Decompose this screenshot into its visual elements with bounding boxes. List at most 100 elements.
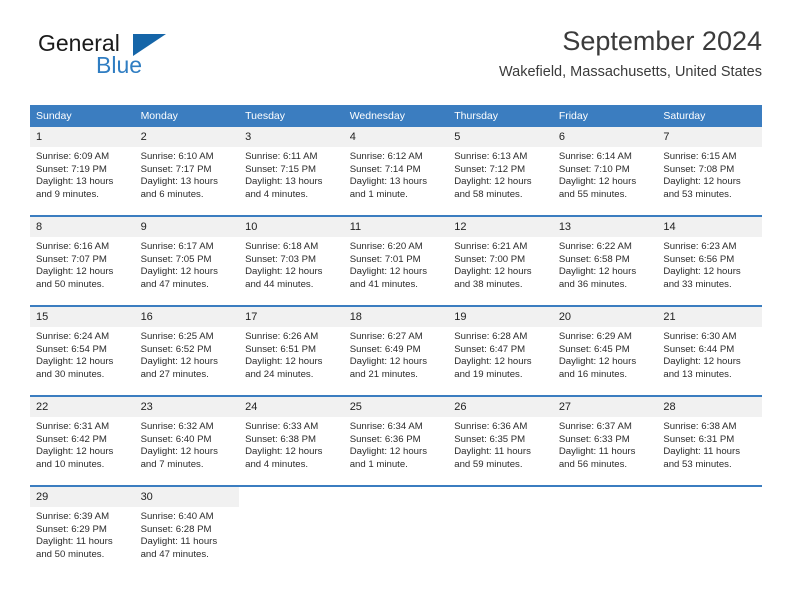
calendar-body: 1 Sunrise: 6:09 AM Sunset: 7:19 PM Daylight… bbox=[30, 127, 762, 573]
calendar-day-cell[interactable]: 8 Sunrise: 6:16 AM Sunset: 7:07 PM Daylight… bbox=[30, 215, 135, 306]
daylight-duration-line2: and 36 minutes. bbox=[558, 278, 628, 290]
sunrise-time: Sunrise: 6:27 AM bbox=[349, 331, 423, 342]
daylight-duration-line2: and 58 minutes. bbox=[454, 188, 523, 200]
sunset-time: Sunset: 6:36 PM bbox=[349, 433, 421, 445]
day-number: 1 bbox=[30, 127, 135, 147]
calendar-day-cell[interactable]: 19 Sunrise: 6:28 AM Sunset: 6:47 PM Dayligh… bbox=[448, 305, 553, 396]
day-details: Sunrise: 6:31 AM Sunset: 6:42 PM Daylight:… bbox=[30, 417, 135, 471]
sunrise-time: Sunrise: 6:17 AM bbox=[140, 241, 214, 252]
day-details: Sunrise: 6:29 AM Sunset: 6:45 PM Daylight:… bbox=[553, 327, 658, 381]
daylight-duration-line1: Daylight: 13 hours bbox=[349, 176, 428, 188]
generalblue-logo[interactable]: General Blue bbox=[38, 30, 218, 86]
day-details bbox=[553, 507, 658, 511]
day-cell-inner: 5 Sunrise: 6:13 AM Sunset: 7:12 PM Daylight… bbox=[448, 127, 553, 215]
sunrise-time: Sunrise: 6:29 AM bbox=[558, 331, 632, 342]
day-cell-inner: 25 Sunrise: 6:34 AM Sunset: 6:36 PM Dayligh… bbox=[343, 397, 449, 485]
calendar-day-cell[interactable]: 2 Sunrise: 6:10 AM Sunset: 7:17 PM Daylight… bbox=[134, 127, 240, 216]
calendar-day-cell[interactable]: 22 Sunrise: 6:31 AM Sunset: 6:42 PM Dayligh… bbox=[30, 395, 135, 486]
calendar-day-cell[interactable]: 17 Sunrise: 6:26 AM Sunset: 6:51 PM Dayligh… bbox=[239, 305, 344, 396]
day-details: Sunrise: 6:16 AM Sunset: 7:07 PM Daylight:… bbox=[30, 237, 135, 291]
sunrise-time: Sunrise: 6:21 AM bbox=[454, 241, 528, 252]
calendar-day-cell[interactable]: 23 Sunrise: 6:32 AM Sunset: 6:40 PM Dayligh… bbox=[134, 395, 240, 486]
day-details: Sunrise: 6:40 AM Sunset: 6:28 PM Daylight:… bbox=[135, 507, 240, 561]
calendar-day-cell[interactable]: 10 Sunrise: 6:18 AM Sunset: 7:03 PM Dayligh… bbox=[239, 215, 344, 306]
calendar-day-cell[interactable]: 12 Sunrise: 6:21 AM Sunset: 7:00 PM Dayligh… bbox=[448, 215, 553, 306]
day-cell-inner bbox=[552, 487, 658, 573]
calendar-day-cell[interactable]: 25 Sunrise: 6:34 AM Sunset: 6:36 PM Dayligh… bbox=[343, 395, 449, 486]
calendar-day-cell[interactable]: 15 Sunrise: 6:24 AM Sunset: 6:54 PM Dayligh… bbox=[30, 305, 135, 396]
day-number: 7 bbox=[657, 127, 762, 147]
day-details: Sunrise: 6:15 AM Sunset: 7:08 PM Daylight:… bbox=[657, 147, 762, 201]
day-details: Sunrise: 6:12 AM Sunset: 7:14 PM Daylight:… bbox=[344, 147, 449, 201]
calendar-day-cell[interactable]: 5 Sunrise: 6:13 AM Sunset: 7:12 PM Daylight… bbox=[448, 127, 553, 216]
sunrise-time: Sunrise: 6:36 AM bbox=[454, 421, 528, 432]
calendar-day-cell[interactable]: 28 Sunrise: 6:38 AM Sunset: 6:31 PM Dayligh… bbox=[657, 395, 762, 486]
page-title: September 2024 bbox=[562, 26, 762, 56]
day-details: Sunrise: 6:36 AM Sunset: 6:35 PM Daylight:… bbox=[448, 417, 553, 471]
calendar-day-cell[interactable]: 21 Sunrise: 6:30 AM Sunset: 6:44 PM Dayligh… bbox=[657, 305, 762, 396]
sunset-time: Sunset: 6:49 PM bbox=[349, 343, 421, 355]
sunrise-time: Sunrise: 6:11 AM bbox=[245, 151, 318, 162]
calendar-day-cell[interactable]: 6 Sunrise: 6:14 AM Sunset: 7:10 PM Daylight… bbox=[552, 127, 658, 216]
day-details: Sunrise: 6:34 AM Sunset: 6:36 PM Daylight:… bbox=[344, 417, 449, 471]
day-details: Sunrise: 6:32 AM Sunset: 6:40 PM Daylight:… bbox=[135, 417, 240, 471]
day-number: 21 bbox=[657, 307, 762, 327]
calendar-day-cell[interactable]: 14 Sunrise: 6:23 AM Sunset: 6:56 PM Dayligh… bbox=[657, 215, 762, 306]
day-number: 13 bbox=[552, 217, 658, 237]
calendar-day-cell[interactable]: 4 Sunrise: 6:12 AM Sunset: 7:14 PM Daylight… bbox=[343, 127, 449, 216]
day-number: 10 bbox=[239, 217, 344, 237]
daylight-duration-line1: Daylight: 12 hours bbox=[454, 176, 532, 188]
day-number: 24 bbox=[239, 397, 344, 417]
sunrise-time: Sunrise: 6:24 AM bbox=[36, 331, 110, 342]
day-number: 27 bbox=[552, 397, 658, 417]
day-details: Sunrise: 6:17 AM Sunset: 7:05 PM Daylight:… bbox=[135, 237, 240, 291]
day-details: Sunrise: 6:10 AM Sunset: 7:17 PM Daylight:… bbox=[135, 147, 240, 201]
calendar-day-cell[interactable]: 18 Sunrise: 6:27 AM Sunset: 6:49 PM Dayligh… bbox=[343, 305, 449, 396]
sunrise-time: Sunrise: 6:15 AM bbox=[663, 151, 737, 162]
day-cell-inner: 18 Sunrise: 6:27 AM Sunset: 6:49 PM Dayligh… bbox=[343, 307, 449, 395]
daylight-duration-line2: and 55 minutes. bbox=[558, 188, 628, 200]
calendar-day-cell[interactable]: 26 Sunrise: 6:36 AM Sunset: 6:35 PM Dayligh… bbox=[448, 395, 553, 486]
sunset-time: Sunset: 7:01 PM bbox=[349, 253, 421, 265]
day-details: Sunrise: 6:28 AM Sunset: 6:47 PM Daylight:… bbox=[448, 327, 553, 381]
day-details: Sunrise: 6:09 AM Sunset: 7:19 PM Daylight:… bbox=[30, 147, 135, 201]
daylight-duration-line2: and 13 minutes. bbox=[663, 368, 732, 380]
day-number: 19 bbox=[448, 307, 553, 327]
calendar-day-cell-empty bbox=[657, 485, 762, 573]
day-details: Sunrise: 6:27 AM Sunset: 6:49 PM Daylight:… bbox=[344, 327, 449, 381]
page-subtitle: Wakefield, Massachusetts, United States bbox=[499, 64, 762, 80]
calendar-day-cell[interactable]: 11 Sunrise: 6:20 AM Sunset: 7:01 PM Dayligh… bbox=[343, 215, 449, 306]
day-details: Sunrise: 6:33 AM Sunset: 6:38 PM Daylight:… bbox=[239, 417, 344, 471]
calendar-day-cell[interactable]: 7 Sunrise: 6:15 AM Sunset: 7:08 PM Daylight… bbox=[657, 127, 762, 216]
sunrise-time: Sunrise: 6:13 AM bbox=[454, 151, 528, 162]
weekday-header-saturday: Saturday bbox=[657, 105, 762, 127]
daylight-duration-line2: and 50 minutes. bbox=[36, 548, 105, 560]
calendar-day-cell[interactable]: 29 Sunrise: 6:39 AM Sunset: 6:29 PM Dayligh… bbox=[30, 485, 135, 573]
calendar-day-cell[interactable]: 3 Sunrise: 6:11 AM Sunset: 7:15 PM Daylight… bbox=[239, 127, 344, 216]
day-details: Sunrise: 6:30 AM Sunset: 6:44 PM Daylight:… bbox=[657, 327, 762, 381]
sunrise-time: Sunrise: 6:38 AM bbox=[663, 421, 737, 432]
daylight-duration-line2: and 33 minutes. bbox=[663, 278, 732, 290]
sunset-time: Sunset: 7:10 PM bbox=[558, 163, 630, 175]
calendar-day-cell[interactable]: 24 Sunrise: 6:33 AM Sunset: 6:38 PM Dayligh… bbox=[239, 395, 344, 486]
calendar-day-cell[interactable]: 9 Sunrise: 6:17 AM Sunset: 7:05 PM Daylight… bbox=[134, 215, 240, 306]
calendar-day-cell[interactable]: 27 Sunrise: 6:37 AM Sunset: 6:33 PM Dayligh… bbox=[552, 395, 658, 486]
daylight-duration-line1: Daylight: 12 hours bbox=[245, 266, 323, 278]
calendar-day-cell[interactable]: 30 Sunrise: 6:40 AM Sunset: 6:28 PM Dayligh… bbox=[134, 485, 240, 573]
day-details: Sunrise: 6:23 AM Sunset: 6:56 PM Daylight:… bbox=[657, 237, 762, 291]
daylight-duration-line2: and 7 minutes. bbox=[140, 458, 204, 470]
calendar-day-cell[interactable]: 1 Sunrise: 6:09 AM Sunset: 7:19 PM Daylight… bbox=[30, 127, 135, 216]
day-number: 18 bbox=[343, 307, 449, 327]
calendar-day-cell[interactable]: 13 Sunrise: 6:22 AM Sunset: 6:58 PM Dayligh… bbox=[552, 215, 658, 306]
day-details: Sunrise: 6:38 AM Sunset: 6:31 PM Daylight:… bbox=[657, 417, 762, 471]
calendar-day-cell[interactable]: 16 Sunrise: 6:25 AM Sunset: 6:52 PM Dayligh… bbox=[134, 305, 240, 396]
daylight-duration-line2: and 47 minutes. bbox=[140, 278, 209, 290]
daylight-duration-line1: Daylight: 12 hours bbox=[558, 266, 637, 278]
daylight-duration-line1: Daylight: 12 hours bbox=[558, 356, 637, 368]
daylight-duration-line2: and 27 minutes. bbox=[140, 368, 209, 380]
sunset-time: Sunset: 7:15 PM bbox=[245, 163, 317, 175]
calendar-day-cell[interactable]: 20 Sunrise: 6:29 AM Sunset: 6:45 PM Dayligh… bbox=[552, 305, 658, 396]
day-number bbox=[343, 487, 449, 507]
daylight-duration-line1: Daylight: 12 hours bbox=[454, 356, 532, 368]
day-cell-inner bbox=[239, 487, 344, 573]
